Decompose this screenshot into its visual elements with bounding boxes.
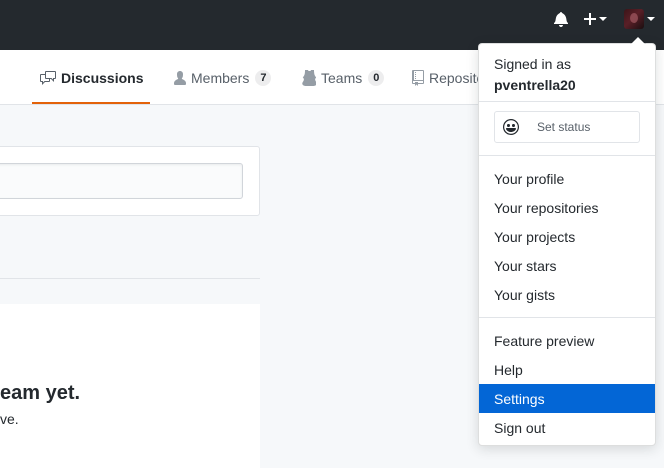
menu-item-feature-preview[interactable]: Feature preview [479,326,655,355]
user-menu-button[interactable] [624,8,658,30]
dropdown-divider [479,101,655,102]
bell-icon [554,11,568,27]
username: pventrella20 [494,77,576,93]
tab-label: Teams [321,69,363,86]
person-icon [174,70,186,86]
user-dropdown-menu: Signed in as pventrella20 Set status You… [478,36,656,446]
plus-icon [584,13,596,25]
tab-label: Reposito [429,69,485,86]
chevron-down-icon [599,17,607,21]
set-status-label: Set status [537,120,591,134]
blankslate-text: ve. [0,411,19,427]
selected-tab-underline [32,102,150,104]
blankslate-title: eam yet. [0,382,81,404]
teams-count-badge: 0 [368,69,385,86]
tab-discussions[interactable]: Discussions [40,50,143,105]
menu-item-settings[interactable]: Settings [479,384,655,413]
signed-in-label: Signed in as [494,56,572,72]
chevron-down-icon [647,17,655,21]
menu-item-your-stars[interactable]: Your stars [479,251,655,280]
tab-teams[interactable]: Teams 0 [302,50,385,105]
content-divider [0,278,260,279]
create-new-button[interactable] [584,8,612,30]
menu-item-help[interactable]: Help [479,355,655,384]
repo-icon [412,69,424,86]
avatar [624,9,644,29]
menu-item-your-projects[interactable]: Your projects [479,222,655,251]
tab-repositories[interactable]: Reposito [412,50,484,105]
comment-discussion-icon [40,70,56,86]
discussion-input[interactable] [0,163,243,199]
menu-item-sign-out[interactable]: Sign out [479,413,655,442]
dropdown-divider [479,317,655,318]
menu-item-your-profile[interactable]: Your profile [479,164,655,193]
dropdown-divider [479,155,655,156]
tab-label: Members [191,69,250,86]
notifications-button[interactable] [554,8,572,30]
set-status-button[interactable]: Set status [494,111,640,143]
members-count-badge: 7 [255,69,272,86]
dropdown-header: Signed in as pventrella20 [494,54,576,96]
smiley-icon [503,119,519,135]
jersey-icon [302,69,316,86]
tab-members[interactable]: Members 7 [174,50,272,105]
menu-item-your-repositories[interactable]: Your repositories [479,193,655,222]
tab-label: Discussions [61,69,144,86]
menu-item-your-gists[interactable]: Your gists [479,280,655,309]
